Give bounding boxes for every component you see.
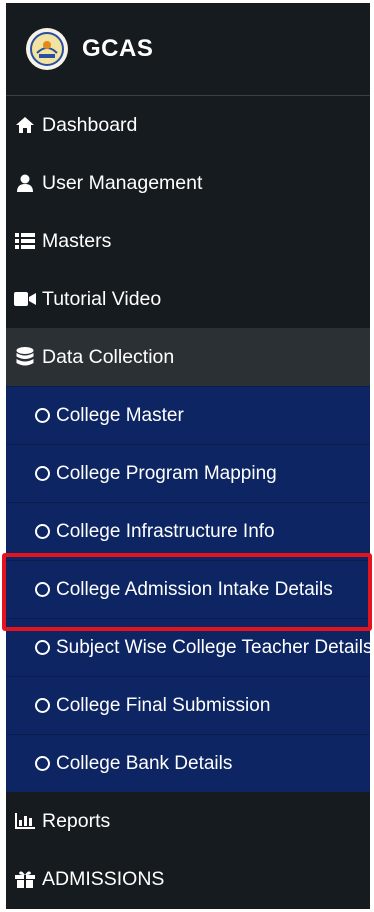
submenu-label: College Bank Details (56, 752, 233, 774)
nav-tutorial-video[interactable]: Tutorial Video (6, 270, 370, 328)
nav-label: Dashboard (42, 113, 138, 136)
brand[interactable]: GCAS (6, 3, 370, 96)
submenu-college-master[interactable]: College Master (6, 386, 370, 444)
submenu-subject-wise-college-teacher-details[interactable]: Subject Wise College Teacher Details (6, 618, 370, 676)
circle-icon (35, 524, 50, 539)
nav-label: ADMISSIONS (42, 867, 165, 890)
submenu-college-program-mapping[interactable]: College Program Mapping (6, 444, 370, 502)
circle-icon (35, 582, 50, 597)
nav-label: Masters (42, 229, 112, 252)
submenu-college-final-submission[interactable]: College Final Submission (6, 676, 370, 734)
sidebar: GCAS Dashboard User Management Masters T… (6, 3, 370, 909)
video-camera-icon (14, 289, 36, 309)
nav-label: User Management (42, 171, 203, 194)
nav-dashboard[interactable]: Dashboard (6, 96, 370, 154)
submenu-college-bank-details[interactable]: College Bank Details (6, 734, 370, 792)
data-collection-submenu: College Master College Program Mapping C… (6, 386, 370, 792)
submenu-label: Subject Wise College Teacher Details (56, 636, 370, 658)
nav-label: Tutorial Video (42, 287, 162, 310)
submenu-label: College Program Mapping (56, 462, 277, 484)
circle-icon (35, 756, 50, 771)
nav-label: Reports (42, 809, 111, 832)
submenu-label: College Master (56, 404, 184, 426)
home-icon (14, 115, 36, 135)
nav-masters[interactable]: Masters (6, 212, 370, 270)
nav-data-collection[interactable]: Data Collection (6, 328, 370, 386)
submenu-label: College Admission Intake Details (56, 578, 333, 600)
submenu-college-admission-intake-details[interactable]: College Admission Intake Details (6, 560, 370, 618)
college-emblem-icon (26, 28, 68, 70)
nav-user-management[interactable]: User Management (6, 154, 370, 212)
circle-icon (35, 408, 50, 423)
nav-label: Data Collection (42, 345, 175, 368)
submenu-label: College Final Submission (56, 694, 271, 716)
circle-icon (35, 698, 50, 713)
database-icon (14, 347, 36, 367)
submenu-label: College Infrastructure Info (56, 520, 275, 542)
gift-icon (14, 869, 36, 889)
brand-name: GCAS (82, 35, 154, 62)
circle-icon (35, 466, 50, 481)
bar-chart-icon (14, 811, 36, 831)
nav-reports[interactable]: Reports (6, 792, 370, 850)
circle-icon (35, 640, 50, 655)
submenu-college-infrastructure-info[interactable]: College Infrastructure Info (6, 502, 370, 560)
user-icon (14, 173, 36, 193)
list-icon (14, 231, 36, 251)
nav-admissions[interactable]: ADMISSIONS (6, 850, 370, 908)
